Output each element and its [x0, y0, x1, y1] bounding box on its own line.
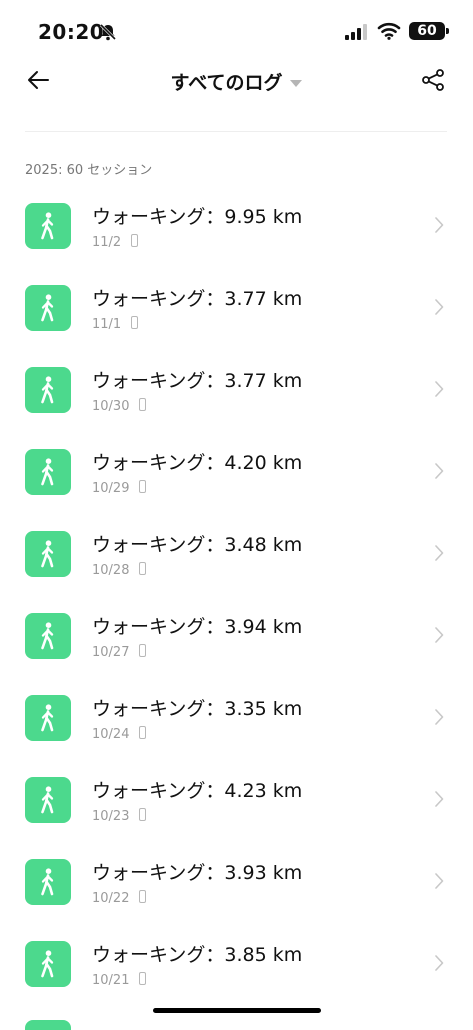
battery-indicator: 60: [409, 22, 449, 40]
activity-date: 10/22: [92, 891, 130, 906]
activity-title: ウォーキング：3.93 km: [92, 862, 303, 884]
activity-title: ウォーキング：4.20 km: [92, 452, 303, 474]
phone-device-icon: [139, 890, 147, 903]
activity-icon-tile: [25, 859, 71, 905]
activity-row[interactable]: ウォーキング：4.20 km 10/29: [0, 428, 473, 510]
activity-date-line: 10/29: [92, 480, 147, 496]
activity-date-line: 10/28: [92, 562, 147, 578]
activity-date: 10/23: [92, 809, 130, 824]
phone-device-icon: [139, 562, 147, 575]
walking-person-icon: [41, 950, 54, 978]
activity-title: ウォーキング：3.35 km: [92, 698, 303, 720]
section-header: 2025: 60 セッション: [25, 163, 153, 178]
chevron-right-icon: [435, 791, 444, 807]
cellular-signal-icon: [345, 24, 367, 40]
chevron-right-icon: [435, 955, 444, 971]
home-indicator: [153, 1008, 321, 1013]
nav-bar: すべてのログ: [0, 58, 473, 102]
chevron-right-icon: [435, 299, 444, 315]
activity-date: 10/29: [92, 481, 130, 496]
walking-person-icon: [41, 294, 54, 322]
chevron-right-icon: [435, 545, 444, 561]
activity-date-line: 11/2: [92, 234, 139, 250]
chevron-right-icon: [435, 873, 444, 889]
activity-date: 10/30: [92, 399, 130, 414]
activity-date-line: 10/23: [92, 808, 147, 824]
activity-row[interactable]: ウォーキング：3.93 km 10/22: [0, 838, 473, 920]
activity-date-line: 10/27: [92, 644, 147, 660]
chevron-right-icon: [435, 709, 444, 725]
walking-person-icon: [25, 1020, 71, 1030]
walking-person-icon: [41, 376, 54, 404]
activity-row[interactable]: ウォーキング：9.95 km 11/2: [0, 182, 473, 264]
phone-device-icon: [139, 726, 147, 739]
activity-icon-tile: [25, 941, 71, 987]
activity-date: 11/1: [92, 317, 122, 332]
chevron-right-icon: [435, 217, 444, 233]
activity-row[interactable]: ウォーキング：3.35 km 10/24: [0, 674, 473, 756]
status-time: 20:20: [38, 20, 105, 44]
chevron-right-icon: [435, 381, 444, 397]
activity-row[interactable]: ウォーキング：4.23 km 10/23: [0, 756, 473, 838]
phone-device-icon: [139, 644, 147, 657]
activity-row[interactable]: ウォーキング：3.77 km 10/30: [0, 346, 473, 428]
activity-icon-tile: [25, 367, 71, 413]
walking-person-icon: [41, 704, 54, 732]
phone-device-icon: [139, 398, 147, 411]
activity-row[interactable]: ウォーキング：3.77 km 11/1: [0, 264, 473, 346]
bell-slash-icon: [99, 23, 117, 41]
activity-date-line: 10/30: [92, 398, 147, 414]
activity-date: 10/27: [92, 645, 130, 660]
phone-device-icon: [139, 808, 147, 821]
activity-date: 10/24: [92, 727, 130, 742]
activity-date-line: 10/24: [92, 726, 147, 742]
activity-title: ウォーキング：4.23 km: [92, 780, 303, 802]
walking-person-icon: [41, 868, 54, 896]
walking-person-icon: [41, 212, 54, 240]
chevron-right-icon: [435, 627, 444, 643]
activity-icon-tile: [25, 449, 71, 495]
status-bar: 20:20 60: [0, 0, 473, 60]
phone-device-icon: [131, 234, 139, 247]
wifi-icon: [377, 22, 401, 40]
activity-icon-tile: [25, 285, 71, 331]
walking-person-icon: [41, 540, 54, 568]
phone-device-icon: [139, 480, 147, 493]
activity-date-line: 11/1: [92, 316, 139, 332]
activity-icon-tile: [25, 531, 71, 577]
activity-title: ウォーキング：9.95 km: [92, 206, 303, 228]
activity-title: ウォーキング：3.77 km: [92, 288, 303, 310]
activity-date-line: 10/21: [92, 972, 147, 988]
activity-title: ウォーキング：3.77 km: [92, 370, 303, 392]
activity-icon-tile: [25, 203, 71, 249]
activity-list: ウォーキング：9.95 km 11/2 ウォーキング：3.77 km 11/1 ウォーキ…: [0, 182, 473, 1002]
phone-device-icon: [131, 316, 139, 329]
phone-device-icon: [139, 972, 147, 985]
activity-date-line: 10/22: [92, 890, 147, 906]
walking-person-icon: [41, 786, 54, 814]
header-divider: [25, 131, 447, 132]
activity-row[interactable]: ウォーキング：3.48 km 10/28: [0, 510, 473, 592]
dropdown-caret-icon: [290, 80, 303, 87]
activity-title: ウォーキング：3.94 km: [92, 616, 303, 638]
activity-date: 10/21: [92, 973, 130, 988]
activity-icon-tile: [25, 695, 71, 741]
activity-title: ウォーキング：3.85 km: [92, 944, 303, 966]
activity-icon-tile: [25, 613, 71, 659]
walking-person-icon: [41, 458, 54, 486]
page-title-dropdown[interactable]: すべてのログ: [0, 68, 473, 95]
share-icon[interactable]: [420, 68, 446, 92]
chevron-right-icon: [435, 463, 444, 479]
activity-icon-tile: [25, 777, 71, 823]
activity-row[interactable]: ウォーキング：3.94 km 10/27: [0, 592, 473, 674]
activity-row[interactable]: ウォーキング：3.85 km 10/21: [0, 920, 473, 1002]
walking-person-icon: [41, 622, 54, 650]
activity-date: 11/2: [92, 235, 122, 250]
activity-date: 10/28: [92, 563, 130, 578]
activity-title: ウォーキング：3.48 km: [92, 534, 303, 556]
page-title: すべてのログ: [170, 72, 283, 94]
